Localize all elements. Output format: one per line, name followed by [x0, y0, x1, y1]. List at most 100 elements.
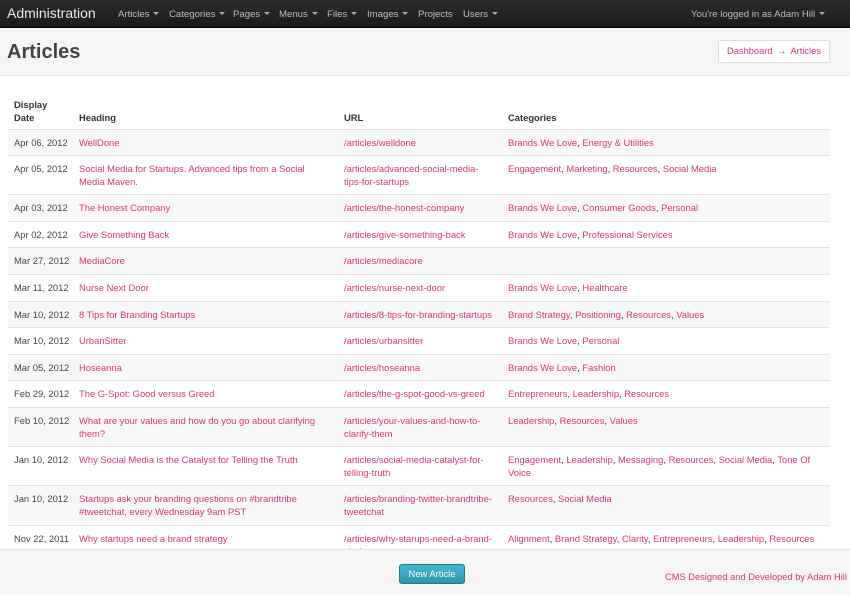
article-url-link[interactable]: /articles/the-honest-company	[344, 202, 464, 213]
article-url-cell: /articles/8-tips-for-branding-startups	[338, 300, 502, 328]
category-link[interactable]: Entrepreneurs	[653, 533, 712, 544]
nav-pages[interactable]: Pages	[233, 9, 271, 20]
new-article-button[interactable]: New Article	[399, 564, 465, 584]
category-link[interactable]: Brand Strategy	[508, 309, 570, 320]
nav-projects[interactable]: Projects	[418, 9, 453, 20]
article-categories-cell: Resources, Social Media	[502, 485, 830, 526]
category-link[interactable]: Messaging	[618, 454, 663, 465]
article-url-cell: /articles/social-media-catalyst-for-tell…	[338, 446, 502, 486]
article-categories-cell: Entrepreneurs, Leadership, Resources	[502, 380, 830, 408]
article-categories-cell: Brands We Love, Consumer Goods, Personal	[502, 194, 830, 222]
nav-menus[interactable]: Menus	[279, 9, 318, 20]
category-link[interactable]: Energy & Utilities	[582, 137, 653, 148]
category-link[interactable]: Resources	[613, 163, 658, 174]
article-url-link[interactable]: /articles/8-tips-for-branding-startups	[344, 309, 492, 320]
category-link[interactable]: Values	[676, 309, 704, 320]
category-link[interactable]: Brands We Love	[508, 202, 577, 213]
category-link[interactable]: Resources	[669, 454, 714, 465]
category-link[interactable]: Brands We Love	[508, 335, 577, 346]
article-heading-link[interactable]: What are your values and how do you go a…	[79, 415, 315, 439]
article-url-cell: /articles/hoseanna	[338, 353, 502, 381]
caret-down-icon	[492, 12, 499, 15]
category-link[interactable]: Engagement	[508, 454, 561, 465]
article-heading-link[interactable]: Why Social Media is the Catalyst for Tel…	[79, 454, 298, 465]
table-row: Apr 06, 2012 WellDone/articles/welldone Br…	[8, 128, 830, 156]
footer-credit-link[interactable]: CMS Designed and Developed by Adam Hill	[665, 572, 847, 582]
article-heading-link[interactable]: Nurse Next Door	[79, 282, 149, 293]
category-link[interactable]: Brands We Love	[508, 137, 577, 148]
category-link[interactable]: Brands We Love	[508, 362, 577, 373]
article-url-cell: /articles/mediacore	[338, 247, 502, 275]
article-date: Mar 10, 2012	[8, 327, 73, 355]
article-heading-link[interactable]: 8 Tips for Branding Startups	[79, 309, 195, 320]
category-link[interactable]: Personal	[582, 335, 619, 346]
article-url-link[interactable]: /articles/mediacore	[344, 255, 423, 266]
article-url-link[interactable]: /articles/your-values-and-how-to-clarify…	[344, 415, 481, 439]
article-date: Apr 02, 2012	[8, 220, 73, 248]
article-url-link[interactable]: /articles/welldone	[344, 137, 416, 148]
category-link[interactable]: Leadership	[573, 388, 619, 399]
category-link[interactable]: Leadership	[508, 415, 554, 426]
breadcrumb-dashboard[interactable]: Dashboard	[727, 46, 772, 56]
article-heading-link[interactable]: Hoseanna	[79, 362, 122, 373]
article-heading-link[interactable]: Why startups need a brand strategy	[79, 533, 228, 544]
article-heading-link[interactable]: The Honest Company	[79, 202, 170, 213]
category-link[interactable]: Social Media	[719, 454, 773, 465]
caret-down-icon	[351, 12, 358, 15]
article-url-link[interactable]: /articles/advanced-social-media-tips-for…	[344, 163, 478, 187]
brand-link[interactable]: Administration	[7, 5, 96, 21]
nav-articles[interactable]: Articles	[118, 9, 160, 20]
category-link[interactable]: Personal	[661, 202, 698, 213]
category-link[interactable]: Positioning	[575, 309, 621, 320]
category-link[interactable]: Resources	[560, 415, 605, 426]
category-link[interactable]: Engagement	[508, 163, 561, 174]
article-url-link[interactable]: /articles/nurse-next-door	[344, 282, 445, 293]
category-link[interactable]: Leadership	[718, 533, 764, 544]
category-link[interactable]: Clarity	[622, 533, 648, 544]
nav-users[interactable]: Users	[463, 9, 499, 20]
category-link[interactable]: Resources	[624, 388, 669, 399]
page-title: Articles	[7, 41, 81, 63]
nav-images[interactable]: Images	[367, 9, 409, 20]
article-url-link[interactable]: /articles/hoseanna	[344, 362, 420, 373]
category-link[interactable]: Professional Services	[582, 229, 672, 240]
article-url-link[interactable]: /articles/social-media-catalyst-for-tell…	[344, 454, 484, 478]
user-menu[interactable]: You're logged in as Adam Hill	[691, 9, 826, 20]
article-url-link[interactable]: /articles/branding-twitter-brandtribe-tw…	[344, 493, 492, 517]
category-link[interactable]: Brand Strategy	[555, 533, 617, 544]
nav-categories[interactable]: Categories	[169, 9, 226, 20]
nav-categories-label: Categories	[169, 9, 216, 20]
article-url-link[interactable]: /articles/urbansitter	[344, 335, 423, 346]
article-url-link[interactable]: /articles/the-g-spot-good-vs-greed	[344, 388, 485, 399]
category-link[interactable]: Resources	[508, 493, 553, 504]
table-row: Jan 10, 2012 Why Social Media is the Cata…	[8, 446, 830, 486]
category-link[interactable]: Resources	[626, 309, 671, 320]
category-link[interactable]: Leadership	[566, 454, 612, 465]
article-heading-link[interactable]: MediaCore	[79, 255, 125, 266]
breadcrumb-articles[interactable]: Articles	[790, 46, 820, 56]
article-heading-link[interactable]: UrbanSitter	[79, 335, 126, 346]
category-link[interactable]: Marketing	[566, 163, 607, 174]
nav-files[interactable]: Files	[327, 9, 358, 20]
table-row: Mar 10, 2012 UrbanSitter/articles/urbansi…	[8, 327, 830, 355]
article-heading-link[interactable]: Startups ask your branding questions on …	[79, 493, 297, 517]
article-url-link[interactable]: /articles/give-something-back	[344, 229, 465, 240]
category-link[interactable]: Values	[610, 415, 638, 426]
category-link[interactable]: Entrepreneurs	[508, 388, 567, 399]
category-link[interactable]: Social Media	[558, 493, 612, 504]
article-heading-link[interactable]: WellDone	[79, 137, 119, 148]
category-link[interactable]: Alignment	[508, 533, 550, 544]
category-link[interactable]: Resources	[769, 533, 814, 544]
category-link[interactable]: Brands We Love	[508, 229, 577, 240]
category-link[interactable]: Fashion	[582, 362, 615, 373]
article-url-cell: /articles/advanced-social-media-tips-for…	[338, 155, 502, 195]
article-heading-cell: Hoseanna	[73, 353, 338, 381]
category-link[interactable]: Consumer Goods	[582, 202, 655, 213]
category-link[interactable]: Brands We Love	[508, 282, 577, 293]
category-link[interactable]: Healthcare	[582, 282, 627, 293]
article-categories-cell: Brands We Love, Professional Services	[502, 220, 830, 248]
article-heading-link[interactable]: Social Media for Startups. Advanced tips…	[79, 163, 305, 187]
article-heading-link[interactable]: The G-Spot: Good versus Greed	[79, 388, 214, 399]
category-link[interactable]: Social Media	[663, 163, 717, 174]
article-heading-link[interactable]: Give Something Back	[79, 229, 169, 240]
